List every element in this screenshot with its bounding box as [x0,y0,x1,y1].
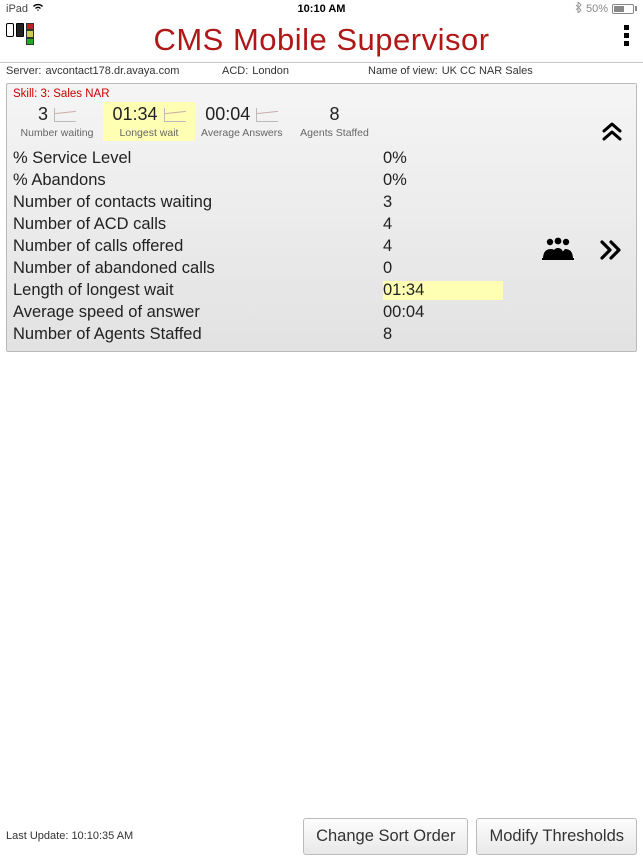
metric-value: 4 [383,237,503,256]
next-button[interactable] [596,236,626,268]
last-update-value: 10:10:35 AM [71,830,133,842]
metric-value: 0 [383,259,503,278]
skill-card: Skill: 3: Sales NAR 3 Number waiting 01:… [6,83,637,352]
sparkline-icon [256,108,278,122]
footer: Last Update: 10:10:35 AM Change Sort Ord… [0,815,643,857]
metric-row: % Abandons0% [13,169,636,191]
metric-row: Average speed of answer00:04 [13,301,636,323]
traffic-light-icon [26,23,34,45]
metric-value: 01:34 [383,281,503,300]
sparkline-icon [164,108,186,122]
collapse-button[interactable] [598,118,626,152]
metric-value: 00:04 [383,303,503,322]
kpi-value: 3 [38,104,48,125]
server-value: avcontact178.dr.avaya.com [45,65,179,77]
kpi-row: 3 Number waiting 01:34 Longest wait 00:0… [7,100,636,143]
kpi-agents-staffed: 8 Agents Staffed [289,102,381,141]
metric-label: % Abandons [13,171,383,190]
metric-value: 0% [383,171,503,190]
kpi-number-waiting: 3 Number waiting [11,102,103,141]
view-label: Name of view: [368,65,438,77]
kpi-value: 8 [330,104,340,125]
card-icon [16,23,24,37]
kpi-longest-wait: 01:34 Longest wait [103,102,195,141]
sparkline-icon [54,108,76,122]
info-bar: Server: avcontact178.dr.avaya.com ACD: L… [0,63,643,81]
metric-row: Number of Agents Staffed8 [13,323,636,345]
kpi-value: 01:34 [112,104,157,125]
kpi-label: Agents Staffed [295,127,375,139]
kpi-label: Longest wait [109,127,189,139]
metric-row: % Service Level0% [13,147,636,169]
bluetooth-icon [575,2,582,16]
acd-label: ACD: [222,65,248,77]
battery-icon [612,4,637,14]
device-label: iPad [6,3,28,15]
status-bar: iPad 10:10 AM 50% [0,0,643,17]
modify-thresholds-button[interactable]: Modify Thresholds [476,818,637,855]
metric-label: Number of contacts waiting [13,193,383,212]
metric-label: Average speed of answer [13,303,383,322]
device-icon [6,23,14,37]
server-label: Server: [6,65,41,77]
metric-value: 4 [383,215,503,234]
metric-label: Number of abandoned calls [13,259,383,278]
metric-value: 3 [383,193,503,212]
battery-label: 50% [586,3,608,15]
metric-label: Length of longest wait [13,281,383,300]
kpi-label: Number waiting [17,127,97,139]
kpi-value: 00:04 [205,104,250,125]
app-title: CMS Mobile Supervisor [153,22,489,58]
metric-label: % Service Level [13,149,383,168]
status-time: 10:10 AM [0,3,643,15]
metric-row: Length of longest wait01:34 [13,279,636,301]
skill-label: Skill: 3: Sales NAR [7,84,636,100]
menu-button[interactable] [620,21,633,50]
app-header: CMS Mobile Supervisor [0,17,643,63]
metric-row: Number of contacts waiting3 [13,191,636,213]
metric-value: 0% [383,149,503,168]
change-sort-order-button[interactable]: Change Sort Order [303,818,468,855]
status-icons [6,23,34,45]
metric-row: Number of ACD calls4 [13,213,636,235]
acd-value: London [252,65,289,77]
metric-label: Number of ACD calls [13,215,383,234]
agents-button[interactable] [540,236,576,268]
last-update-label: Last Update: [6,830,68,842]
metric-value: 8 [383,325,503,344]
metric-label: Number of calls offered [13,237,383,256]
kpi-label: Average Answers [201,127,283,139]
kpi-average-answers: 00:04 Average Answers [195,102,289,141]
metric-label: Number of Agents Staffed [13,325,383,344]
wifi-icon [32,3,44,15]
view-value: UK CC NAR Sales [442,65,533,77]
